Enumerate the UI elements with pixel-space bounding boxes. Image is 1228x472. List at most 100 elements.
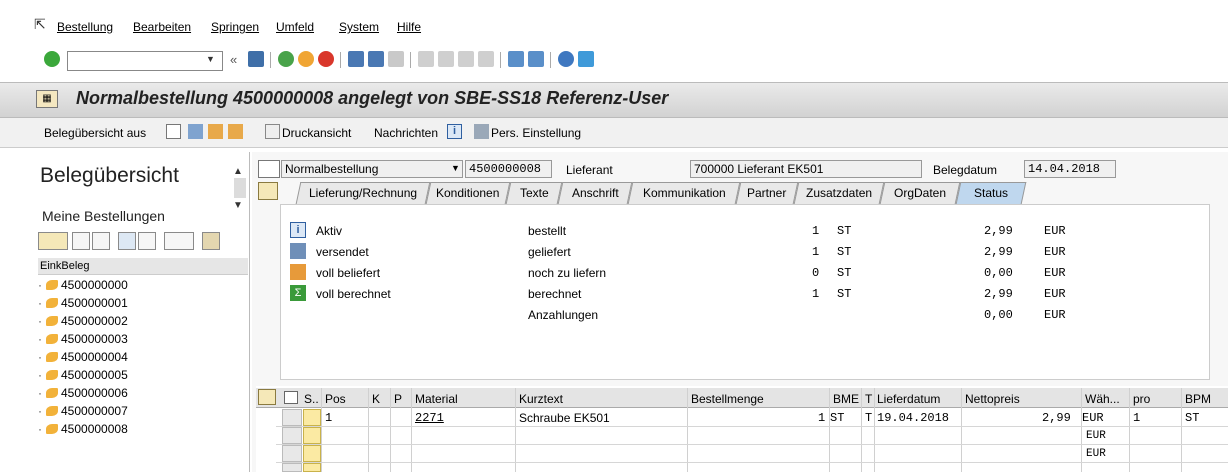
list-item[interactable]: · 4500000002	[38, 313, 128, 329]
tab-lieferung-rechnung[interactable]: Lieferung/Rechnung	[295, 182, 431, 204]
hierarchy-icon[interactable]	[202, 232, 220, 250]
tab-partner[interactable]: Partner	[735, 182, 799, 204]
list-item[interactable]: · 4500000000	[38, 277, 128, 293]
save-icon[interactable]	[248, 51, 264, 67]
vendor-field[interactable]: 700000 Lieferant EK501	[690, 160, 922, 178]
row-selector[interactable]	[282, 463, 302, 472]
collapse-icon[interactable]	[72, 232, 90, 250]
personal-settings-button[interactable]: Pers. Einstellung	[491, 126, 581, 140]
document-date-field[interactable]: 14.04.2018	[1024, 160, 1116, 178]
last-page-icon[interactable]	[478, 51, 494, 67]
tab-anschrift[interactable]: Anschrift	[557, 182, 633, 204]
find-icon[interactable]	[368, 51, 384, 67]
list-item[interactable]: · 4500000004	[38, 349, 128, 365]
column-header[interactable]: EinkBeleg	[38, 258, 248, 275]
find-next-icon[interactable]	[138, 232, 156, 250]
cell-material[interactable]: 2271	[415, 409, 444, 427]
back-icon[interactable]	[278, 51, 294, 67]
menu-bearbeiten[interactable]: Bearbeiten	[133, 20, 191, 34]
col-pro[interactable]: pro	[1133, 392, 1150, 406]
scrollbar[interactable]	[234, 178, 246, 198]
tab-konditionen[interactable]: Konditionen	[425, 182, 511, 204]
cell-bme[interactable]: ST	[830, 409, 844, 427]
col-bme[interactable]: BME	[833, 392, 859, 406]
cancel-icon[interactable]	[318, 51, 334, 67]
menu-springen[interactable]: Springen	[211, 20, 259, 34]
tab-status[interactable]: Status	[955, 182, 1027, 204]
print-icon[interactable]	[348, 51, 364, 67]
shortcut-icon[interactable]	[528, 51, 544, 67]
find-icon[interactable]	[118, 232, 136, 250]
chevron-down-icon[interactable]: ▼	[451, 163, 460, 173]
cell-currency[interactable]: EUR	[1086, 445, 1106, 463]
tab-orgdaten[interactable]: OrgDaten	[879, 182, 961, 204]
tab-zusatzdaten[interactable]: Zusatzdaten	[793, 182, 885, 204]
list-item[interactable]: · 4500000007	[38, 403, 128, 419]
menu-bestellung[interactable]: Bestellung	[57, 20, 113, 34]
scroll-up-icon[interactable]: ▲	[233, 166, 243, 177]
cell-t[interactable]: T	[865, 409, 872, 427]
display-change-icon[interactable]	[188, 124, 203, 139]
col-nettopreis[interactable]: Nettopreis	[965, 392, 1020, 406]
menu-system[interactable]: System	[339, 20, 379, 34]
messages-button[interactable]: Nachrichten	[374, 126, 438, 140]
shopping-cart-icon[interactable]	[258, 160, 280, 178]
col-material[interactable]: Material	[415, 392, 458, 406]
exit-icon[interactable]	[298, 51, 314, 67]
row-selector[interactable]	[282, 409, 302, 426]
expand-items-icon[interactable]	[258, 389, 276, 405]
list-item[interactable]: · 4500000006	[38, 385, 128, 401]
print-preview-button[interactable]: Druckansicht	[282, 126, 351, 140]
document-type-select[interactable]: Normalbestellung	[281, 160, 463, 178]
hold-icon[interactable]	[228, 124, 243, 139]
selection-variant-icon[interactable]	[38, 232, 68, 250]
chevron-down-icon[interactable]: ▼	[206, 54, 215, 64]
cell-price[interactable]: 2,99	[1042, 409, 1071, 427]
cell-qty[interactable]: 1	[818, 409, 825, 427]
scroll-down-icon[interactable]: ▼	[233, 200, 243, 211]
col-bestellmenge[interactable]: Bestellmenge	[691, 392, 764, 406]
command-field[interactable]	[67, 51, 223, 71]
list-item[interactable]: · 4500000005	[38, 367, 128, 383]
col-waehrung[interactable]: Wäh...	[1085, 392, 1120, 406]
enter-icon[interactable]	[44, 51, 60, 67]
cell-bpm[interactable]: ST	[1185, 409, 1199, 427]
tab-texte[interactable]: Texte	[505, 182, 563, 204]
col-pos[interactable]: Pos	[325, 392, 346, 406]
cell-date[interactable]: 19.04.2018	[877, 409, 949, 427]
cell-kurztext[interactable]: Schraube EK501	[519, 409, 610, 427]
cell-pro[interactable]: 1	[1133, 409, 1140, 427]
cell-currency[interactable]: EUR	[1086, 427, 1106, 445]
history-icon[interactable]: «	[230, 52, 237, 67]
layout-menu-icon[interactable]	[578, 51, 594, 67]
transaction-icon[interactable]: ▦	[36, 90, 58, 108]
system-menu-icon[interactable]: ⇱	[34, 16, 46, 33]
personal-settings-icon[interactable]	[474, 124, 489, 139]
cell-pos[interactable]: 1	[325, 409, 332, 427]
print-preview-icon[interactable]	[265, 124, 280, 139]
layout-icon[interactable]	[164, 232, 194, 250]
cell-currency[interactable]: EUR	[1082, 409, 1104, 427]
help-icon[interactable]	[558, 51, 574, 67]
list-item[interactable]: · 4500000003	[38, 331, 128, 347]
expand-header-icon[interactable]	[258, 182, 278, 200]
new-session-icon[interactable]	[508, 51, 524, 67]
list-item[interactable]: · 4500000001	[38, 295, 128, 311]
tab-kommunikation[interactable]: Kommunikation	[627, 182, 741, 204]
menu-hilfe[interactable]: Hilfe	[397, 20, 421, 34]
find-next-icon[interactable]	[388, 51, 404, 67]
col-p[interactable]: P	[394, 392, 402, 406]
col-k[interactable]: K	[372, 392, 380, 406]
other-document-icon[interactable]	[208, 124, 223, 139]
refresh-icon[interactable]	[92, 232, 110, 250]
menu-umfeld[interactable]: Umfeld	[276, 20, 314, 34]
col-bpm[interactable]: BPM	[1185, 392, 1211, 406]
col-status[interactable]: S..	[304, 392, 319, 406]
row-selector[interactable]	[282, 427, 302, 444]
info-icon[interactable]: i	[447, 124, 462, 139]
list-item[interactable]: · 4500000008	[38, 421, 128, 437]
col-kurztext[interactable]: Kurztext	[519, 392, 563, 406]
document-overview-button[interactable]: Belegübersicht aus	[44, 126, 146, 140]
document-number-field[interactable]: 4500000008	[465, 160, 552, 178]
table-settings-icon[interactable]	[284, 391, 298, 404]
